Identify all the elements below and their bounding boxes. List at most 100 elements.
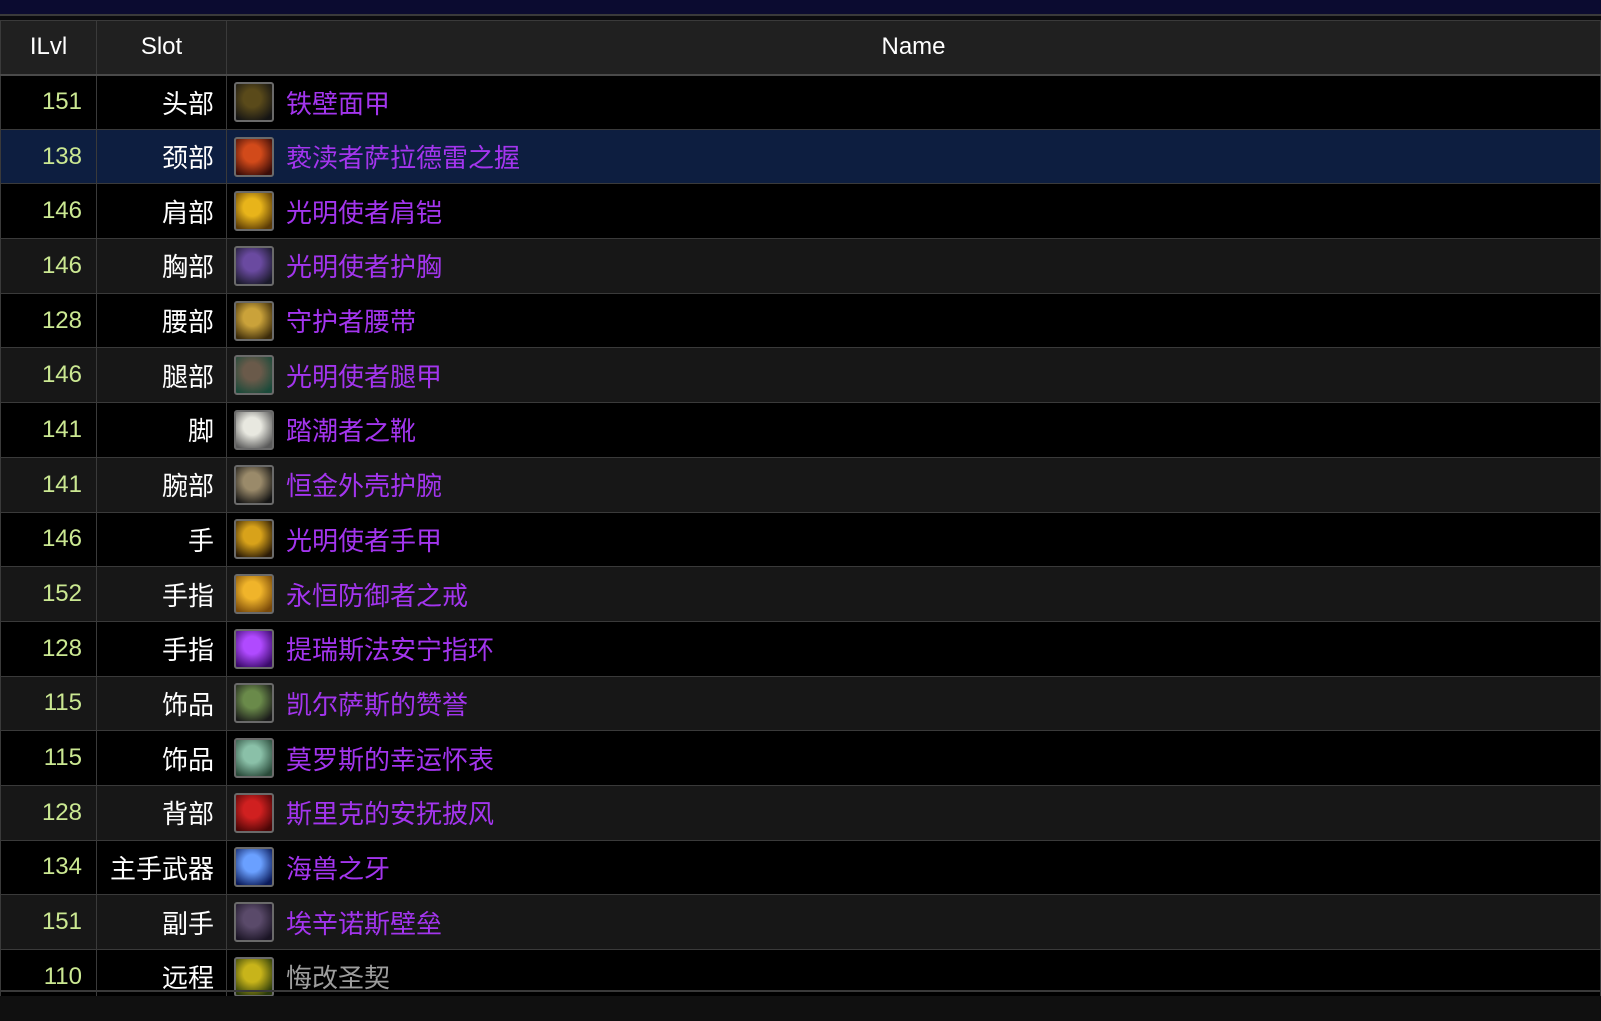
table-row[interactable]: 115 饰品 莫罗斯的幸运怀表 xyxy=(0,730,1601,786)
item-name-cell: 埃辛诺斯壁垒 xyxy=(226,894,1601,950)
table-row[interactable]: 138 颈部 亵渎者萨拉德雷之握 xyxy=(0,128,1601,185)
gear-table: ILvl Slot Name 151 头部 铁壁面甲 138 颈部 亵渎者萨拉德雷之握 14… xyxy=(0,20,1601,1005)
item-link[interactable]: 光明使者护胸 xyxy=(286,247,442,284)
bracers-icon[interactable] xyxy=(234,464,274,505)
item-name-cell: 永恒防御者之戒 xyxy=(226,566,1601,622)
item-slot: 手指 xyxy=(96,620,227,677)
shoulder-icon[interactable] xyxy=(234,191,274,232)
item-level: 128 xyxy=(0,292,97,349)
item-link[interactable]: 海兽之牙 xyxy=(286,849,390,886)
item-slot: 头部 xyxy=(96,74,227,130)
table-row[interactable]: 115 饰品 凯尔萨斯的赞誉 xyxy=(0,675,1601,732)
item-slot: 腰部 xyxy=(96,292,227,349)
item-name-cell: 恒金外壳护腕 xyxy=(226,456,1601,513)
item-level: 115 xyxy=(0,675,97,732)
item-level: 134 xyxy=(0,839,97,896)
ring-icon[interactable] xyxy=(234,628,274,669)
item-slot: 脚 xyxy=(96,402,227,458)
item-link[interactable]: 凯尔萨斯的赞誉 xyxy=(286,685,468,722)
item-level: 146 xyxy=(0,183,97,240)
pocket-watch-icon[interactable] xyxy=(234,738,274,779)
item-level: 146 xyxy=(0,238,97,294)
item-link[interactable]: 光明使者腿甲 xyxy=(286,357,442,394)
item-level: 115 xyxy=(0,730,97,786)
item-name-cell: 光明使者腿甲 xyxy=(226,347,1601,404)
item-level: 141 xyxy=(0,402,97,458)
item-name-cell: 海兽之牙 xyxy=(226,839,1601,896)
item-link[interactable]: 光明使者肩铠 xyxy=(286,193,442,230)
legs-icon[interactable] xyxy=(234,355,274,396)
item-slot: 肩部 xyxy=(96,183,227,240)
table-row[interactable]: 134 主手武器 海兽之牙 xyxy=(0,839,1601,896)
table-row[interactable]: 128 背部 斯里克的安抚披风 xyxy=(0,784,1601,841)
gloves-icon[interactable] xyxy=(234,519,274,560)
table-row[interactable]: 146 肩部 光明使者肩铠 xyxy=(0,183,1601,240)
item-link[interactable]: 斯里克的安抚披风 xyxy=(286,794,494,831)
table-row[interactable]: 146 胸部 光明使者护胸 xyxy=(0,238,1601,294)
table-row[interactable]: 151 副手 埃辛诺斯壁垒 xyxy=(0,894,1601,950)
item-link[interactable]: 守护者腰带 xyxy=(286,302,416,339)
item-name-cell: 斯里克的安抚披风 xyxy=(226,784,1601,841)
item-link[interactable]: 莫罗斯的幸运怀表 xyxy=(286,740,494,777)
item-slot: 手 xyxy=(96,511,227,568)
table-row[interactable]: 141 腕部 恒金外壳护腕 xyxy=(0,456,1601,513)
item-name-cell: 铁壁面甲 xyxy=(226,74,1601,130)
trinket-icon[interactable] xyxy=(234,683,274,724)
item-level: 128 xyxy=(0,620,97,677)
top-bar xyxy=(0,0,1601,16)
item-slot: 手指 xyxy=(96,566,227,622)
cloak-icon[interactable] xyxy=(234,792,274,833)
item-link[interactable]: 埃辛诺斯壁垒 xyxy=(286,904,442,941)
table-row[interactable]: 128 腰部 守护者腰带 xyxy=(0,292,1601,349)
item-link[interactable]: 提瑞斯法安宁指环 xyxy=(286,630,494,667)
item-slot: 腿部 xyxy=(96,347,227,404)
column-header-name[interactable]: Name xyxy=(226,20,1601,76)
necklace-icon[interactable] xyxy=(234,136,274,177)
item-slot: 饰品 xyxy=(96,675,227,732)
table-row[interactable]: 128 手指 提瑞斯法安宁指环 xyxy=(0,620,1601,677)
item-link[interactable]: 亵渎者萨拉德雷之握 xyxy=(286,138,520,175)
sword-icon[interactable] xyxy=(234,847,274,888)
boots-icon[interactable] xyxy=(234,409,274,450)
belt-icon[interactable] xyxy=(234,300,274,341)
item-slot: 腕部 xyxy=(96,456,227,513)
item-level: 141 xyxy=(0,456,97,513)
column-header-slot[interactable]: Slot xyxy=(96,20,227,76)
item-slot: 颈部 xyxy=(96,128,227,185)
item-name-cell: 提瑞斯法安宁指环 xyxy=(226,620,1601,677)
item-level: 146 xyxy=(0,347,97,404)
item-name-cell: 凯尔萨斯的赞誉 xyxy=(226,675,1601,732)
table-row[interactable]: 141 脚 踏潮者之靴 xyxy=(0,402,1601,458)
item-level: 138 xyxy=(0,128,97,185)
item-level: 152 xyxy=(0,566,97,622)
item-link[interactable]: 恒金外壳护腕 xyxy=(286,466,442,503)
item-slot: 饰品 xyxy=(96,730,227,786)
gear-table-body: 151 头部 铁壁面甲 138 颈部 亵渎者萨拉德雷之握 146 肩部 光明使者肩铠 146 胸部光… xyxy=(0,74,1601,1005)
table-row[interactable]: 151 头部 铁壁面甲 xyxy=(0,74,1601,130)
table-row[interactable]: 146 腿部 光明使者腿甲 xyxy=(0,347,1601,404)
item-name-cell: 亵渎者萨拉德雷之握 xyxy=(226,128,1601,185)
item-level: 128 xyxy=(0,784,97,841)
item-link[interactable]: 铁壁面甲 xyxy=(286,84,390,121)
item-link[interactable]: 永恒防御者之戒 xyxy=(286,576,468,613)
item-name-cell: 光明使者手甲 xyxy=(226,511,1601,568)
table-row[interactable]: 146 手 光明使者手甲 xyxy=(0,511,1601,568)
column-header-ilvl[interactable]: ILvl xyxy=(0,20,97,76)
item-name-cell: 光明使者肩铠 xyxy=(226,183,1601,240)
chest-icon[interactable] xyxy=(234,245,274,286)
item-name-cell: 莫罗斯的幸运怀表 xyxy=(226,730,1601,786)
item-link[interactable]: 光明使者手甲 xyxy=(286,521,442,558)
footer-strip xyxy=(0,996,1601,1021)
item-slot: 副手 xyxy=(96,894,227,950)
item-slot: 背部 xyxy=(96,784,227,841)
table-row[interactable]: 152 手指 永恒防御者之戒 xyxy=(0,566,1601,622)
shield-icon[interactable] xyxy=(234,902,274,943)
item-slot: 主手武器 xyxy=(96,839,227,896)
item-level: 146 xyxy=(0,511,97,568)
helm-icon[interactable] xyxy=(234,82,274,123)
item-name-cell: 光明使者护胸 xyxy=(226,238,1601,294)
item-link[interactable]: 踏潮者之靴 xyxy=(286,411,416,448)
item-name-cell: 踏潮者之靴 xyxy=(226,402,1601,458)
item-level: 151 xyxy=(0,74,97,130)
ring-icon[interactable] xyxy=(234,574,274,615)
